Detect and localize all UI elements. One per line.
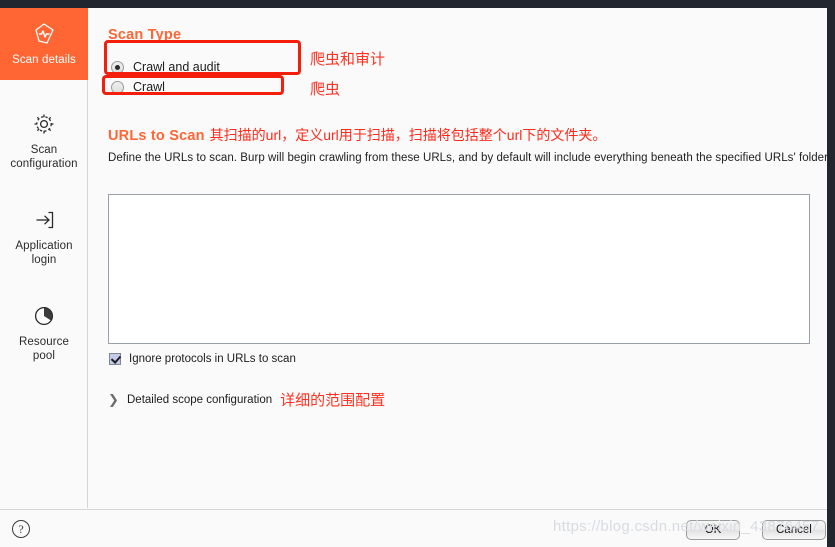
new-scan-dialog: Scan details Scan configuration Applicat… xyxy=(0,8,827,547)
radio-crawl-label: Crawl xyxy=(133,80,165,94)
sidebar-item-label-scan-details: Scan details xyxy=(12,54,76,66)
help-icon[interactable]: ? xyxy=(12,520,30,538)
radio-crawl-and-audit-indicator[interactable] xyxy=(111,60,124,74)
annotation-text-crawl-and-audit: 爬虫和审计 xyxy=(310,51,386,68)
scan-launch-dialog-window: Scan details Scan configuration Applicat… xyxy=(0,0,835,547)
urls-to-scan-textarea[interactable] xyxy=(108,194,810,344)
ignore-protocols-checkbox-row[interactable]: Ignore protocols in URLs to scan xyxy=(109,353,296,365)
sidebar-item-label-application-login: Application login xyxy=(4,239,84,267)
dialog-sidebar: Scan details Scan configuration Applicat… xyxy=(0,8,88,508)
sidebar-item-scan-details[interactable]: Scan details xyxy=(0,8,88,80)
sidebar-item-resource-pool[interactable]: Resource pool xyxy=(0,291,88,373)
detailed-scope-configuration-label: Detailed scope configuration xyxy=(127,393,273,406)
detailed-scope-configuration-row[interactable]: ❯ Detailed scope configuration 详细的范围配置 xyxy=(108,389,385,410)
sidebar-item-application-login[interactable]: Application login xyxy=(0,195,88,277)
pie-chart-icon xyxy=(4,303,84,329)
radio-crawl[interactable]: Crawl xyxy=(111,80,165,94)
resource-pool-line2: pool xyxy=(32,350,56,362)
dialog-main-panel: Scan Type Crawl and audit Crawl 爬虫和审计 爬虫… xyxy=(89,8,827,508)
urls-to-scan-heading-annotation: 其扫描的url，定义url用于扫描，扫描将包括整个url下的文件夹。 xyxy=(209,127,607,143)
urls-to-scan-description: Define the URLs to scan. Burp will begin… xyxy=(108,152,827,164)
urls-to-scan-heading-text: URLs to Scan xyxy=(108,128,205,144)
scan-details-icon xyxy=(4,21,84,47)
chevron-right-icon[interactable]: ❯ xyxy=(108,393,120,406)
scan-config-line1: Scan xyxy=(30,144,58,156)
sidebar-item-scan-configuration[interactable]: Scan configuration xyxy=(0,99,88,181)
scan-type-heading: Scan Type xyxy=(108,27,182,43)
app-login-line2: login xyxy=(31,254,57,266)
annotation-text-crawl: 爬虫 xyxy=(310,81,341,98)
radio-crawl-and-audit[interactable]: Crawl and audit xyxy=(111,60,220,74)
scan-config-line2: configuration xyxy=(10,158,78,170)
sidebar-item-label-resource-pool: Resource pool xyxy=(4,335,84,363)
resource-pool-line1: Resource xyxy=(18,336,70,348)
ok-button[interactable]: OK xyxy=(686,520,740,540)
dialog-footer: ? OK Cancel xyxy=(0,509,827,547)
radio-crawl-indicator[interactable] xyxy=(111,80,124,94)
radio-crawl-and-audit-label: Crawl and audit xyxy=(133,60,220,74)
login-arrow-icon xyxy=(4,207,84,233)
ignore-protocols-checkbox[interactable] xyxy=(109,353,121,365)
gear-icon xyxy=(4,111,84,137)
annotation-text-detailed-scope: 详细的范围配置 xyxy=(280,392,386,409)
urls-to-scan-heading: URLs to Scan 其扫描的url，定义url用于扫描，扫描将包括整个url… xyxy=(108,125,606,145)
cancel-button[interactable]: Cancel xyxy=(762,520,826,540)
sidebar-item-label-scan-configuration: Scan configuration xyxy=(4,143,84,171)
app-login-line1: Application xyxy=(15,240,73,252)
ignore-protocols-label: Ignore protocols in URLs to scan xyxy=(129,353,296,365)
